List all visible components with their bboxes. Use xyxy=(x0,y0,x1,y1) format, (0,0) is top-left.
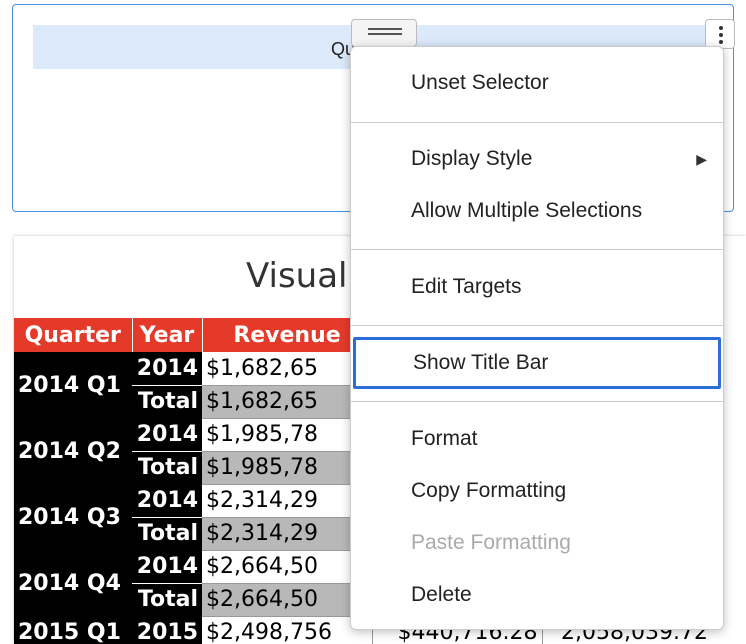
row-header-year[interactable]: 2014 xyxy=(132,550,202,583)
context-menu: Unset Selector Display Style ▶ Allow Mul… xyxy=(350,46,724,630)
row-header-year[interactable]: 2014 xyxy=(132,352,202,385)
menu-item-label: Allow Multiple Selections xyxy=(411,199,643,222)
menu-item-delete[interactable]: Delete xyxy=(351,573,723,617)
row-header-year[interactable]: 2015 xyxy=(132,616,202,644)
menu-item-display-style[interactable]: Display Style ▶ xyxy=(351,137,723,181)
more-options-icon[interactable] xyxy=(705,19,735,49)
submenu-arrow-icon: ▶ xyxy=(696,151,707,167)
menu-item-label: Edit Targets xyxy=(411,275,522,298)
table-cell: $1,682,65 xyxy=(202,385,373,419)
menu-item-show-title-bar[interactable]: Show Title Bar xyxy=(353,337,721,389)
table-cell: $1,682,65 xyxy=(202,352,373,386)
menu-item-format[interactable]: Format xyxy=(351,417,723,461)
menu-separator xyxy=(351,325,723,326)
row-header-year[interactable]: Total xyxy=(132,516,202,550)
menu-item-label: Paste Formatting xyxy=(411,531,571,554)
table-cell: $2,664,50 xyxy=(202,550,373,584)
table-cell: $1,985,78 xyxy=(202,451,373,485)
menu-item-allow-multiple-selections[interactable]: Allow Multiple Selections xyxy=(351,189,723,233)
menu-separator xyxy=(351,122,723,123)
row-header-quarter[interactable]: 2014 Q4 xyxy=(14,550,132,616)
row-header-quarter[interactable]: 2014 Q3 xyxy=(14,484,132,550)
column-header-quarter[interactable]: Quarter xyxy=(14,318,133,352)
menu-item-label: Unset Selector xyxy=(411,71,549,94)
visualization-title: Visual xyxy=(246,256,348,296)
menu-item-edit-targets[interactable]: Edit Targets xyxy=(351,265,723,309)
column-header-revenue[interactable]: Revenue xyxy=(202,318,373,352)
row-header-year[interactable]: 2014 xyxy=(132,418,202,451)
menu-item-copy-formatting[interactable]: Copy Formatting xyxy=(351,469,723,513)
row-header-quarter[interactable]: 2015 Q1 xyxy=(14,616,132,644)
row-header-quarter[interactable]: 2014 Q2 xyxy=(14,418,132,484)
menu-separator xyxy=(351,401,723,402)
row-header-year[interactable]: Total xyxy=(132,582,202,616)
row-header-year[interactable]: Total xyxy=(132,450,202,484)
row-header-year[interactable]: Total xyxy=(132,384,202,418)
menu-item-label: Display Style xyxy=(411,147,533,170)
drag-handle-icon[interactable] xyxy=(351,19,417,47)
menu-item-label: Format xyxy=(411,427,478,450)
menu-separator xyxy=(351,249,723,250)
table-cell: $2,498,756 xyxy=(202,616,373,644)
table-cell: $2,314,29 xyxy=(202,484,373,518)
menu-item-label: Show Title Bar xyxy=(413,351,549,374)
column-header-year[interactable]: Year xyxy=(132,318,203,352)
menu-item-paste-formatting: Paste Formatting xyxy=(351,521,723,565)
menu-item-label: Delete xyxy=(411,583,472,606)
menu-item-label: Copy Formatting xyxy=(411,479,567,502)
table-cell: $2,314,29 xyxy=(202,517,373,551)
table-cell: $2,664,50 xyxy=(202,583,373,617)
row-header-year[interactable]: 2014 xyxy=(132,484,202,517)
table-cell: $1,985,78 xyxy=(202,418,373,452)
menu-item-unset-selector[interactable]: Unset Selector xyxy=(351,61,723,105)
row-header-quarter[interactable]: 2014 Q1 xyxy=(14,352,132,418)
